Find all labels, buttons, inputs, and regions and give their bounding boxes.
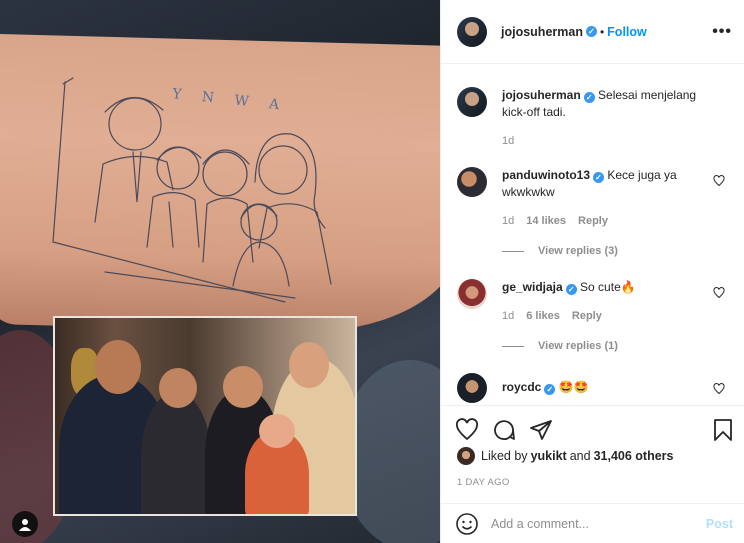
author-avatar[interactable]	[457, 16, 487, 47]
view-replies-label: View replies (3)	[538, 245, 618, 257]
post-photo[interactable]: Y N W A	[0, 0, 440, 543]
comment-meta: 1d 14 likes Reply	[502, 215, 737, 227]
baby-face	[259, 414, 295, 448]
author-username[interactable]: jojosuherman	[501, 25, 583, 39]
verified-icon: ✓	[583, 92, 595, 103]
family-photo-print	[53, 316, 357, 516]
heart-icon[interactable]	[713, 383, 725, 395]
verified-icon: ✓	[585, 26, 597, 37]
heart-icon[interactable]	[713, 287, 725, 299]
boy-face	[159, 368, 197, 408]
comment-item: ge_widjaja ✓ So cute🔥 1d 6 likes Reply Vi…	[457, 279, 737, 352]
caption-time[interactable]: 1d	[502, 135, 514, 147]
comment-text: ge_widjaja ✓ So cute🔥	[502, 279, 707, 296]
view-replies-button[interactable]: View replies (1)	[502, 340, 737, 352]
replies-line	[502, 250, 524, 252]
likes-summary: Liked by yukikt and 31,406 others	[457, 447, 673, 465]
user-tag-icon[interactable]	[12, 511, 38, 537]
comment-item: panduwinoto13 ✓ Kece juga ya wkwkwkw 1d 1…	[457, 167, 737, 257]
share-icon[interactable]	[529, 418, 553, 442]
verified-icon: ✓	[565, 284, 577, 295]
view-replies-label: View replies (1)	[538, 340, 618, 352]
post-side-panel: jojosuherman ✓ • Follow ••• jojosuherman…	[440, 0, 744, 543]
comment-username[interactable]: ge_widjaja	[502, 280, 563, 294]
follow-button[interactable]: Follow	[607, 25, 647, 39]
reply-button[interactable]: Reply	[572, 310, 602, 322]
comment-text: panduwinoto13 ✓ Kece juga ya wkwkwkw	[502, 167, 707, 201]
add-comment-bar: Post	[441, 503, 744, 543]
comment-username[interactable]: panduwinoto13	[502, 168, 590, 182]
tattoo-drawing	[52, 77, 332, 303]
caption-meta: 1d	[502, 135, 737, 147]
caption-text: jojosuherman ✓ Selesai menjelang kick-off…	[502, 87, 707, 121]
comments-list[interactable]: jojosuherman ✓ Selesai menjelang kick-off…	[441, 65, 744, 405]
likes-count[interactable]: 31,406 others	[594, 449, 674, 463]
mother-face	[289, 342, 329, 388]
separator-dot: •	[599, 24, 605, 39]
emoji-icon[interactable]	[455, 512, 479, 536]
comment-icon[interactable]	[492, 418, 516, 442]
post-actions	[441, 405, 744, 445]
commenter-avatar[interactable]	[457, 167, 487, 197]
comment-body: So cute🔥	[580, 280, 636, 294]
comment-meta: 1d 6 likes Reply	[502, 310, 737, 322]
comment-time[interactable]: 1d	[502, 215, 514, 227]
liker-avatar[interactable]	[457, 447, 475, 465]
comment-username[interactable]: roycdc	[502, 380, 541, 394]
bookmark-icon[interactable]	[711, 418, 735, 442]
verified-icon: ✓	[544, 384, 556, 395]
comment-body: 🤩🤩	[558, 380, 589, 394]
post-timestamp[interactable]: 1 DAY AGO	[457, 477, 510, 488]
more-icon[interactable]: •••	[712, 23, 732, 41]
comment-item: roycdc ✓ 🤩🤩	[457, 373, 737, 403]
boy-figure	[141, 392, 211, 514]
boy-face	[223, 366, 263, 408]
heart-icon[interactable]	[455, 418, 479, 442]
caption: jojosuherman ✓ Selesai menjelang kick-off…	[457, 87, 737, 147]
comment-text: roycdc ✓ 🤩🤩	[502, 373, 707, 396]
comment-likes[interactable]: 6 likes	[526, 310, 560, 322]
comment-likes[interactable]: 14 likes	[526, 215, 566, 227]
post-header: jojosuherman ✓ • Follow •••	[441, 0, 744, 64]
verified-icon: ✓	[593, 172, 604, 183]
heart-icon[interactable]	[713, 175, 725, 187]
likes-prefix: Liked by	[481, 449, 528, 463]
post-button[interactable]: Post	[706, 517, 733, 531]
comment-input[interactable]	[491, 516, 706, 531]
liker-username[interactable]: yukikt	[531, 449, 567, 463]
comment-time[interactable]: 1d	[502, 310, 514, 322]
likes-middle: and	[569, 449, 591, 463]
author-avatar[interactable]	[457, 87, 487, 117]
father-face	[95, 340, 141, 394]
commenter-avatar[interactable]	[457, 373, 487, 403]
replies-line	[502, 345, 524, 347]
reply-button[interactable]: Reply	[578, 215, 608, 227]
commenter-avatar[interactable]	[457, 279, 487, 309]
view-replies-button[interactable]: View replies (3)	[502, 245, 737, 257]
caption-username[interactable]: jojosuherman	[502, 88, 581, 102]
